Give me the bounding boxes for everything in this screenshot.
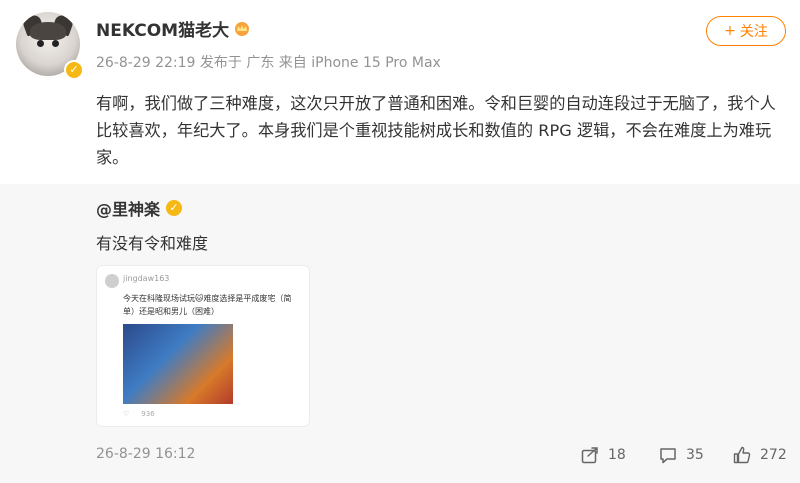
- retweet-author[interactable]: @里神楽 ✓: [96, 196, 183, 220]
- post-text: 有啊，我们做了三种难度，这次只开放了普通和困难。令和巨婴的自动连段过于无脑了，我…: [96, 94, 776, 167]
- retweet-text: 有没有令和难度: [96, 234, 209, 253]
- image-username: jingdaw163: [123, 274, 170, 283]
- like-button[interactable]: 272: [732, 444, 787, 466]
- plus-icon: +: [724, 23, 736, 39]
- avatar-head-patch: [30, 22, 66, 40]
- image-like-count: 936: [141, 410, 155, 418]
- comment-count: 35: [686, 447, 704, 463]
- image-footer: ♡ 936: [123, 410, 303, 418]
- retweet-author-name[interactable]: @里神楽: [96, 196, 160, 220]
- follow-button[interactable]: + 关注: [706, 16, 786, 46]
- share-button[interactable]: 18: [580, 444, 626, 466]
- post-meta: 26-8-29 22:19 发布于 广东 来自 iPhone 15 Pro Ma…: [96, 55, 441, 71]
- username[interactable]: NEKCOM猫老大: [96, 16, 251, 41]
- image-like-icon: ♡: [123, 410, 130, 418]
- comment-icon: [660, 448, 676, 464]
- avatar-eye-left: [37, 40, 44, 47]
- image-photo: [123, 324, 233, 404]
- image-user-avatar: [105, 274, 119, 288]
- verified-badge-icon: ✓: [166, 200, 183, 216]
- share-count: 18: [608, 447, 626, 463]
- like-count: 272: [760, 447, 787, 463]
- follow-label: 关注: [739, 24, 768, 40]
- retweet-timestamp[interactable]: 26-8-29 16:12: [96, 446, 195, 462]
- image-body-text: 今天在科隆现场试玩🐱难度选择是平成废宅（简单）还是昭和男儿（困难）: [123, 294, 292, 316]
- username-text[interactable]: NEKCOM猫老大: [96, 16, 229, 41]
- thumbs-up-icon: [733, 446, 751, 464]
- comment-button[interactable]: 35: [658, 444, 704, 466]
- share-icon: [581, 447, 598, 464]
- retweet-image[interactable]: jingdaw163 今天在科隆现场试玩🐱难度选择是平成废宅（简单）还是昭和男儿…: [96, 265, 310, 427]
- verified-badge-icon: ✓: [64, 60, 84, 80]
- crown-icon: [235, 21, 250, 36]
- avatar-eye-right: [52, 40, 59, 47]
